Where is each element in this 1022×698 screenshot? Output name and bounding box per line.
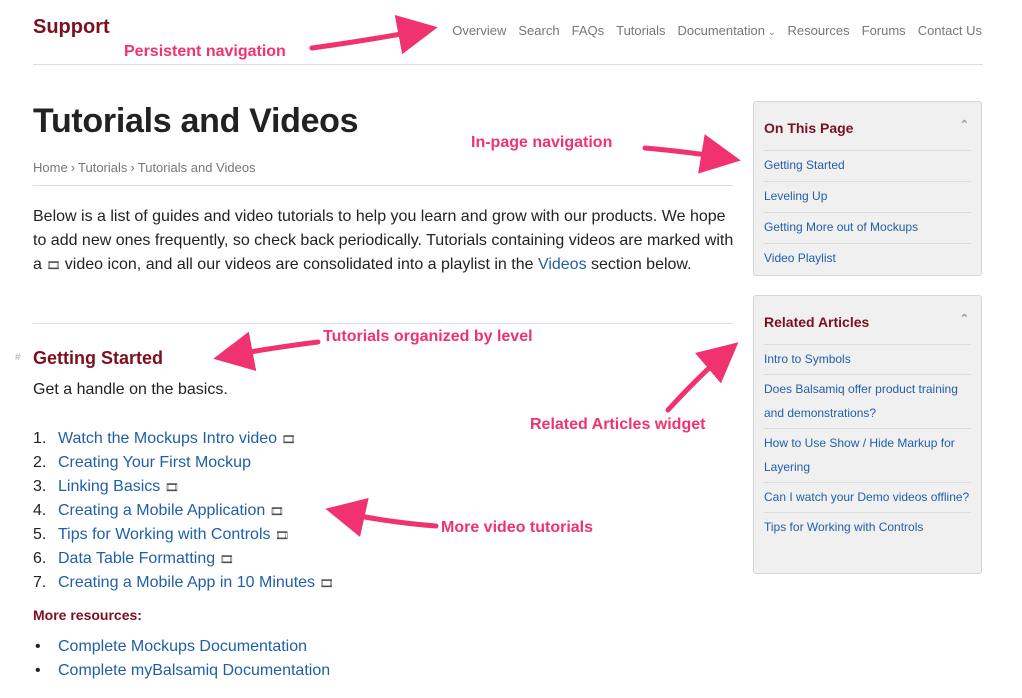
annotation-more-video: More video tutorials [441,519,594,536]
arrow-organized [213,331,321,371]
arrow-more-video [325,497,439,537]
annotation-in-page-nav: In-page navigation [471,134,613,151]
arrow-related-widget [665,342,739,413]
annotation-organized: Tutorials organized by level [323,328,533,345]
arrow-persistent-nav [309,14,438,55]
annotation-related-widget: Related Articles widget [530,416,706,433]
annotation-persistent-nav: Persistent navigation [124,43,286,60]
arrow-in-page-nav [642,134,741,174]
annotation-arrows [213,14,741,537]
